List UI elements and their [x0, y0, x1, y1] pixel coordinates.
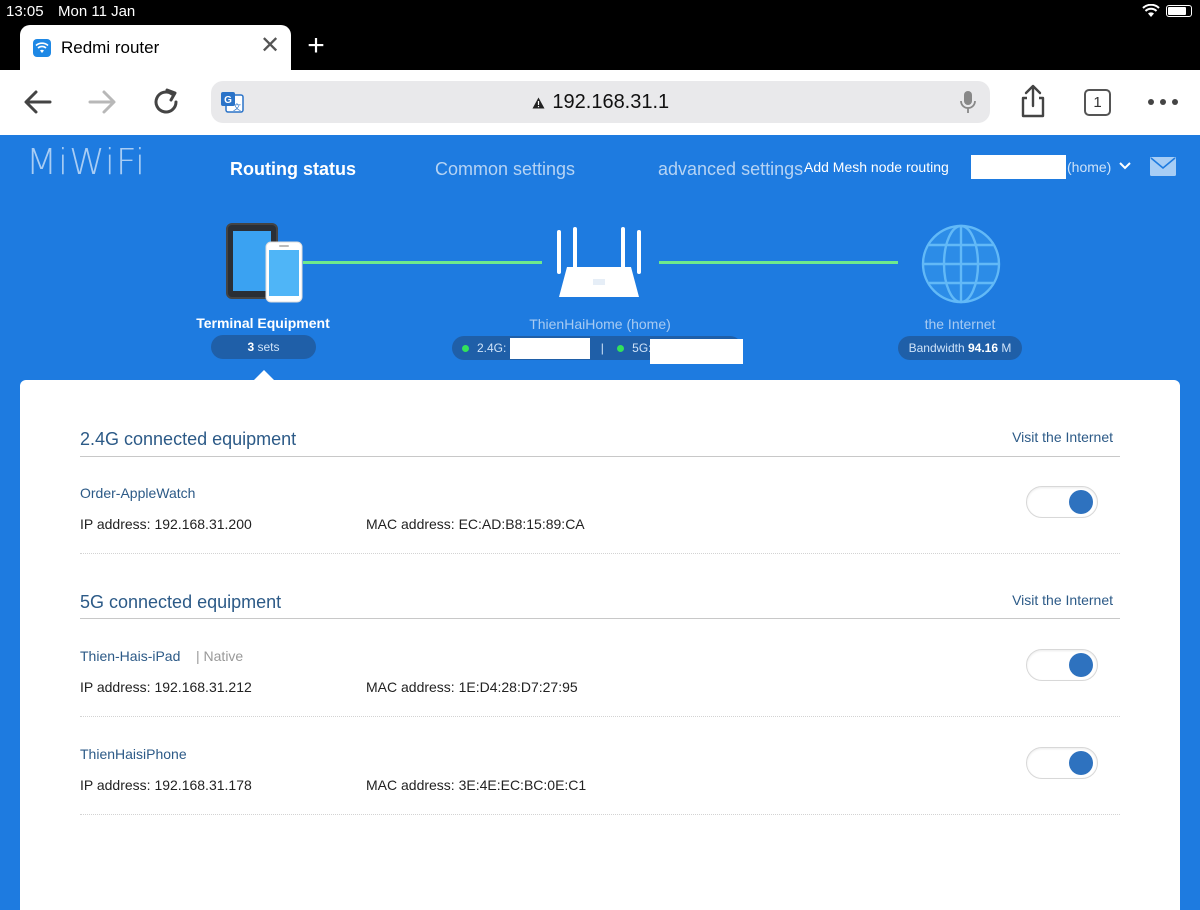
- terminal-count: 3: [247, 340, 255, 354]
- row-divider: [80, 553, 1120, 554]
- status-time: 13:05: [6, 3, 44, 20]
- terminal-equipment-label: Terminal Equipment: [196, 315, 330, 331]
- router-internet-link: [659, 261, 898, 264]
- battery-icon: [1166, 5, 1192, 17]
- section-divider: [80, 618, 1120, 619]
- tab-switcher-button[interactable]: 1: [1084, 89, 1111, 116]
- device-mac: MAC address: 1E:D4:28:D7:27:95: [366, 679, 578, 695]
- toggle-knob: [1069, 751, 1093, 775]
- bandwidth-value: 94.16: [968, 341, 999, 355]
- section-24g-visit-internet-link[interactable]: Visit the Internet: [1012, 429, 1113, 445]
- wifi-status-icon: [1142, 4, 1160, 17]
- bandwidth-pill[interactable]: Bandwidth 94.16 M: [898, 336, 1022, 360]
- band-24-label: 2.4G:: [477, 341, 507, 355]
- chevron-down-icon[interactable]: [1118, 158, 1132, 172]
- globe-icon[interactable]: [920, 223, 1002, 305]
- terminal-count-suffix: sets: [257, 340, 280, 354]
- device-internet-toggle[interactable]: [1026, 486, 1098, 518]
- band-5-label: 5G:: [632, 341, 652, 355]
- tab-title: Redmi router: [61, 38, 160, 57]
- mic-icon[interactable]: [960, 90, 976, 114]
- add-mesh-node-link[interactable]: Add Mesh node routing: [804, 159, 949, 175]
- router-label: ThienHaiHome (home): [529, 316, 671, 332]
- back-icon[interactable]: [20, 84, 56, 120]
- bandwidth-unit: M: [1001, 341, 1012, 355]
- device-internet-toggle[interactable]: [1026, 747, 1098, 779]
- warning-icon: [532, 97, 545, 109]
- browser-toolbar: G 文 192.168.31.1 1: [0, 70, 1200, 135]
- router-name-redacted: [971, 155, 1066, 179]
- section-5g-visit-internet-link[interactable]: Visit the Internet: [1012, 592, 1113, 608]
- row-divider: [80, 716, 1120, 717]
- band-5-status-dot: [617, 345, 625, 353]
- close-tab-icon[interactable]: ✕: [259, 34, 281, 58]
- ssid-5-redacted: [650, 339, 743, 364]
- nav-advanced-settings[interactable]: advanced settings: [658, 159, 803, 180]
- section-divider: [80, 456, 1120, 457]
- url-display: 192.168.31.1: [211, 91, 990, 114]
- row-divider: [80, 814, 1120, 815]
- router-icon[interactable]: [553, 225, 645, 305]
- address-bar[interactable]: G 文 192.168.31.1: [211, 81, 990, 123]
- device-name: ThienHaisiPhone: [80, 746, 187, 762]
- status-date: Mon 11 Jan: [58, 3, 136, 20]
- mail-icon[interactable]: [1150, 157, 1176, 176]
- device-name: Thien-Hais-iPad: [80, 648, 181, 664]
- terminal-devices-icon[interactable]: [224, 222, 304, 304]
- tab-strip: 13:05 Mon 11 Jan Redmi router ✕ +: [0, 0, 1200, 70]
- nav-routing-status[interactable]: Routing status: [230, 159, 356, 180]
- terminal-count-pill[interactable]: 3 sets: [211, 335, 316, 359]
- device-tag: | Native: [196, 648, 244, 664]
- wifi-favicon-icon: [33, 39, 51, 57]
- internet-label: the Internet: [924, 316, 996, 332]
- miwifi-logo[interactable]: MiWiFi: [26, 142, 146, 183]
- device-mac: MAC address: EC:AD:B8:15:89:CA: [366, 516, 585, 532]
- toggle-knob: [1069, 490, 1093, 514]
- new-tab-button[interactable]: +: [303, 31, 329, 61]
- url-text: 192.168.31.1: [552, 91, 670, 113]
- forward-icon[interactable]: [84, 84, 120, 120]
- band-24-status-dot: [462, 345, 469, 353]
- device-mac: MAC address: 3E:4E:EC:BC:0E:C1: [366, 777, 587, 793]
- bandwidth-label: Bandwidth: [908, 341, 965, 355]
- band-separator: |: [600, 341, 604, 355]
- more-icon[interactable]: [1145, 84, 1181, 120]
- share-icon[interactable]: [1015, 84, 1051, 120]
- device-internet-toggle[interactable]: [1026, 649, 1098, 681]
- device-list-panel: 2.4G connected equipment Visit the Inter…: [20, 380, 1180, 910]
- toggle-knob: [1069, 653, 1093, 677]
- device-ip: IP address: 192.168.31.212: [80, 679, 252, 695]
- network-suffix: (home): [1067, 159, 1112, 175]
- browser-tab[interactable]: Redmi router ✕: [20, 25, 291, 70]
- reload-icon[interactable]: [149, 84, 185, 120]
- ssid-24-redacted: [510, 338, 590, 359]
- section-24g-title: 2.4G connected equipment: [80, 429, 297, 449]
- device-ip: IP address: 192.168.31.178: [80, 777, 252, 793]
- nav-common-settings[interactable]: Common settings: [435, 159, 575, 180]
- section-5g-title: 5G connected equipment: [80, 592, 282, 612]
- terminal-router-link: [303, 261, 542, 264]
- device-ip: IP address: 192.168.31.200: [80, 516, 252, 532]
- device-name: Order-AppleWatch: [80, 485, 196, 501]
